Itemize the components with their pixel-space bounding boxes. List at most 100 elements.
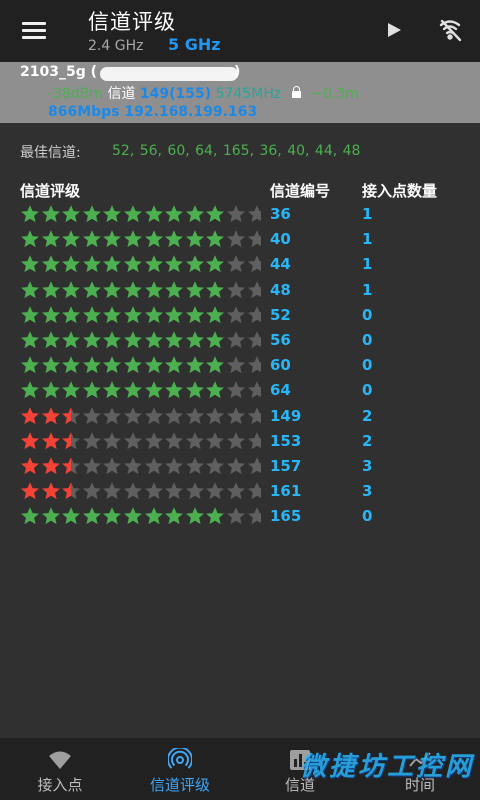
star-icon xyxy=(226,406,246,426)
nav-item-access-points[interactable]: 接入点 xyxy=(0,738,120,800)
best-channels-values: 52, 56, 60, 64, 165, 36, 40, 44, 48 xyxy=(112,143,361,159)
star-icon xyxy=(247,229,261,249)
ap-frequency: 5745MHz xyxy=(215,86,282,102)
star-icon xyxy=(61,355,81,375)
star-icon xyxy=(164,456,184,476)
table-row: 44 1 xyxy=(0,253,480,278)
star-icon xyxy=(226,355,246,375)
band-2.4ghz-tab[interactable]: 2.4 GHz xyxy=(88,38,143,54)
star-icon xyxy=(82,481,102,501)
watermark: 微捷坊工控网 xyxy=(300,752,475,782)
star-icon xyxy=(226,254,246,274)
channel-number: 64 xyxy=(270,381,291,400)
star-rating xyxy=(20,506,261,526)
ap-count: 0 xyxy=(362,331,373,349)
star-icon xyxy=(144,456,164,476)
star-icon xyxy=(164,380,184,400)
star-icon xyxy=(205,431,225,451)
star-icon xyxy=(226,481,246,501)
star-icon xyxy=(61,506,81,526)
star-rating xyxy=(20,229,261,249)
star-icon xyxy=(61,456,81,476)
star-icon xyxy=(164,305,184,325)
star-icon xyxy=(41,229,61,249)
star-icon xyxy=(20,204,40,224)
star-icon xyxy=(123,406,143,426)
ap-signal: -38dBm xyxy=(48,86,103,102)
star-icon xyxy=(185,229,205,249)
band-5ghz-tab[interactable]: 5 GHz xyxy=(168,35,221,54)
table-row: 161 3 xyxy=(0,480,480,505)
star-icon xyxy=(102,355,122,375)
star-icon xyxy=(20,456,40,476)
star-icon xyxy=(20,305,40,325)
header-channel: 信道编号 xyxy=(270,182,331,200)
star-icon xyxy=(20,229,40,249)
channel-number: 165 xyxy=(270,507,302,526)
channel-number: 44 xyxy=(270,255,291,274)
ap-count: 1 xyxy=(362,280,373,299)
star-icon xyxy=(205,305,225,325)
star-icon xyxy=(123,229,143,249)
star-icon xyxy=(144,431,164,451)
star-icon xyxy=(41,280,61,300)
ap-count: 0 xyxy=(362,356,373,375)
star-icon xyxy=(247,380,261,400)
star-icon xyxy=(185,305,205,325)
star-icon xyxy=(102,305,122,325)
ap-channel: 149(155) xyxy=(139,86,212,102)
channel-number: 40 xyxy=(270,230,291,249)
star-icon xyxy=(205,204,225,224)
ap-details: -38dBm 信道 149(155) 5745MHz ~0.3m xyxy=(48,83,359,103)
star-icon xyxy=(123,506,143,526)
star-icon xyxy=(185,506,205,526)
star-icon xyxy=(185,204,205,224)
star-icon xyxy=(164,431,184,451)
star-icon xyxy=(185,254,205,274)
star-icon xyxy=(82,280,102,300)
star-icon xyxy=(102,330,122,350)
star-rating xyxy=(20,204,261,224)
star-icon xyxy=(123,380,143,400)
star-icon xyxy=(144,204,164,224)
star-icon xyxy=(185,330,205,350)
star-icon xyxy=(226,330,246,350)
star-rating xyxy=(20,305,261,325)
star-icon xyxy=(144,481,164,501)
star-icon xyxy=(102,481,122,501)
nav-item-channel-rating[interactable]: 信道评级 xyxy=(120,738,240,800)
channel-number: 153 xyxy=(270,431,302,450)
star-icon xyxy=(102,431,122,451)
connected-ap-banner[interactable]: 2103_5g ( ) -38dBm 信道 149(155) 5745MHz ~… xyxy=(0,62,480,123)
star-icon xyxy=(82,355,102,375)
star-icon xyxy=(247,204,261,224)
star-icon xyxy=(185,456,205,476)
star-icon xyxy=(82,330,102,350)
star-icon xyxy=(41,305,61,325)
star-icon xyxy=(82,506,102,526)
star-icon xyxy=(123,481,143,501)
play-icon[interactable] xyxy=(384,20,404,40)
star-icon xyxy=(123,431,143,451)
star-rating xyxy=(20,254,261,274)
ap-ip: 192.168.199.163 xyxy=(124,104,258,120)
star-icon xyxy=(123,280,143,300)
ap-count: 1 xyxy=(362,230,373,249)
star-icon xyxy=(41,481,61,501)
star-icon xyxy=(82,254,102,274)
star-icon xyxy=(247,456,261,476)
star-icon xyxy=(247,254,261,274)
star-icon xyxy=(61,380,81,400)
header-rating: 信道评级 xyxy=(20,182,81,200)
star-icon xyxy=(247,481,261,501)
channel-rating-icon xyxy=(167,746,193,772)
star-icon xyxy=(226,431,246,451)
star-icon xyxy=(61,481,81,501)
redacted-bssid xyxy=(100,67,238,81)
menu-icon[interactable] xyxy=(14,14,54,48)
star-icon xyxy=(123,305,143,325)
wifi-off-icon[interactable] xyxy=(436,16,464,44)
star-icon xyxy=(226,506,246,526)
star-icon xyxy=(164,229,184,249)
star-icon xyxy=(247,406,261,426)
